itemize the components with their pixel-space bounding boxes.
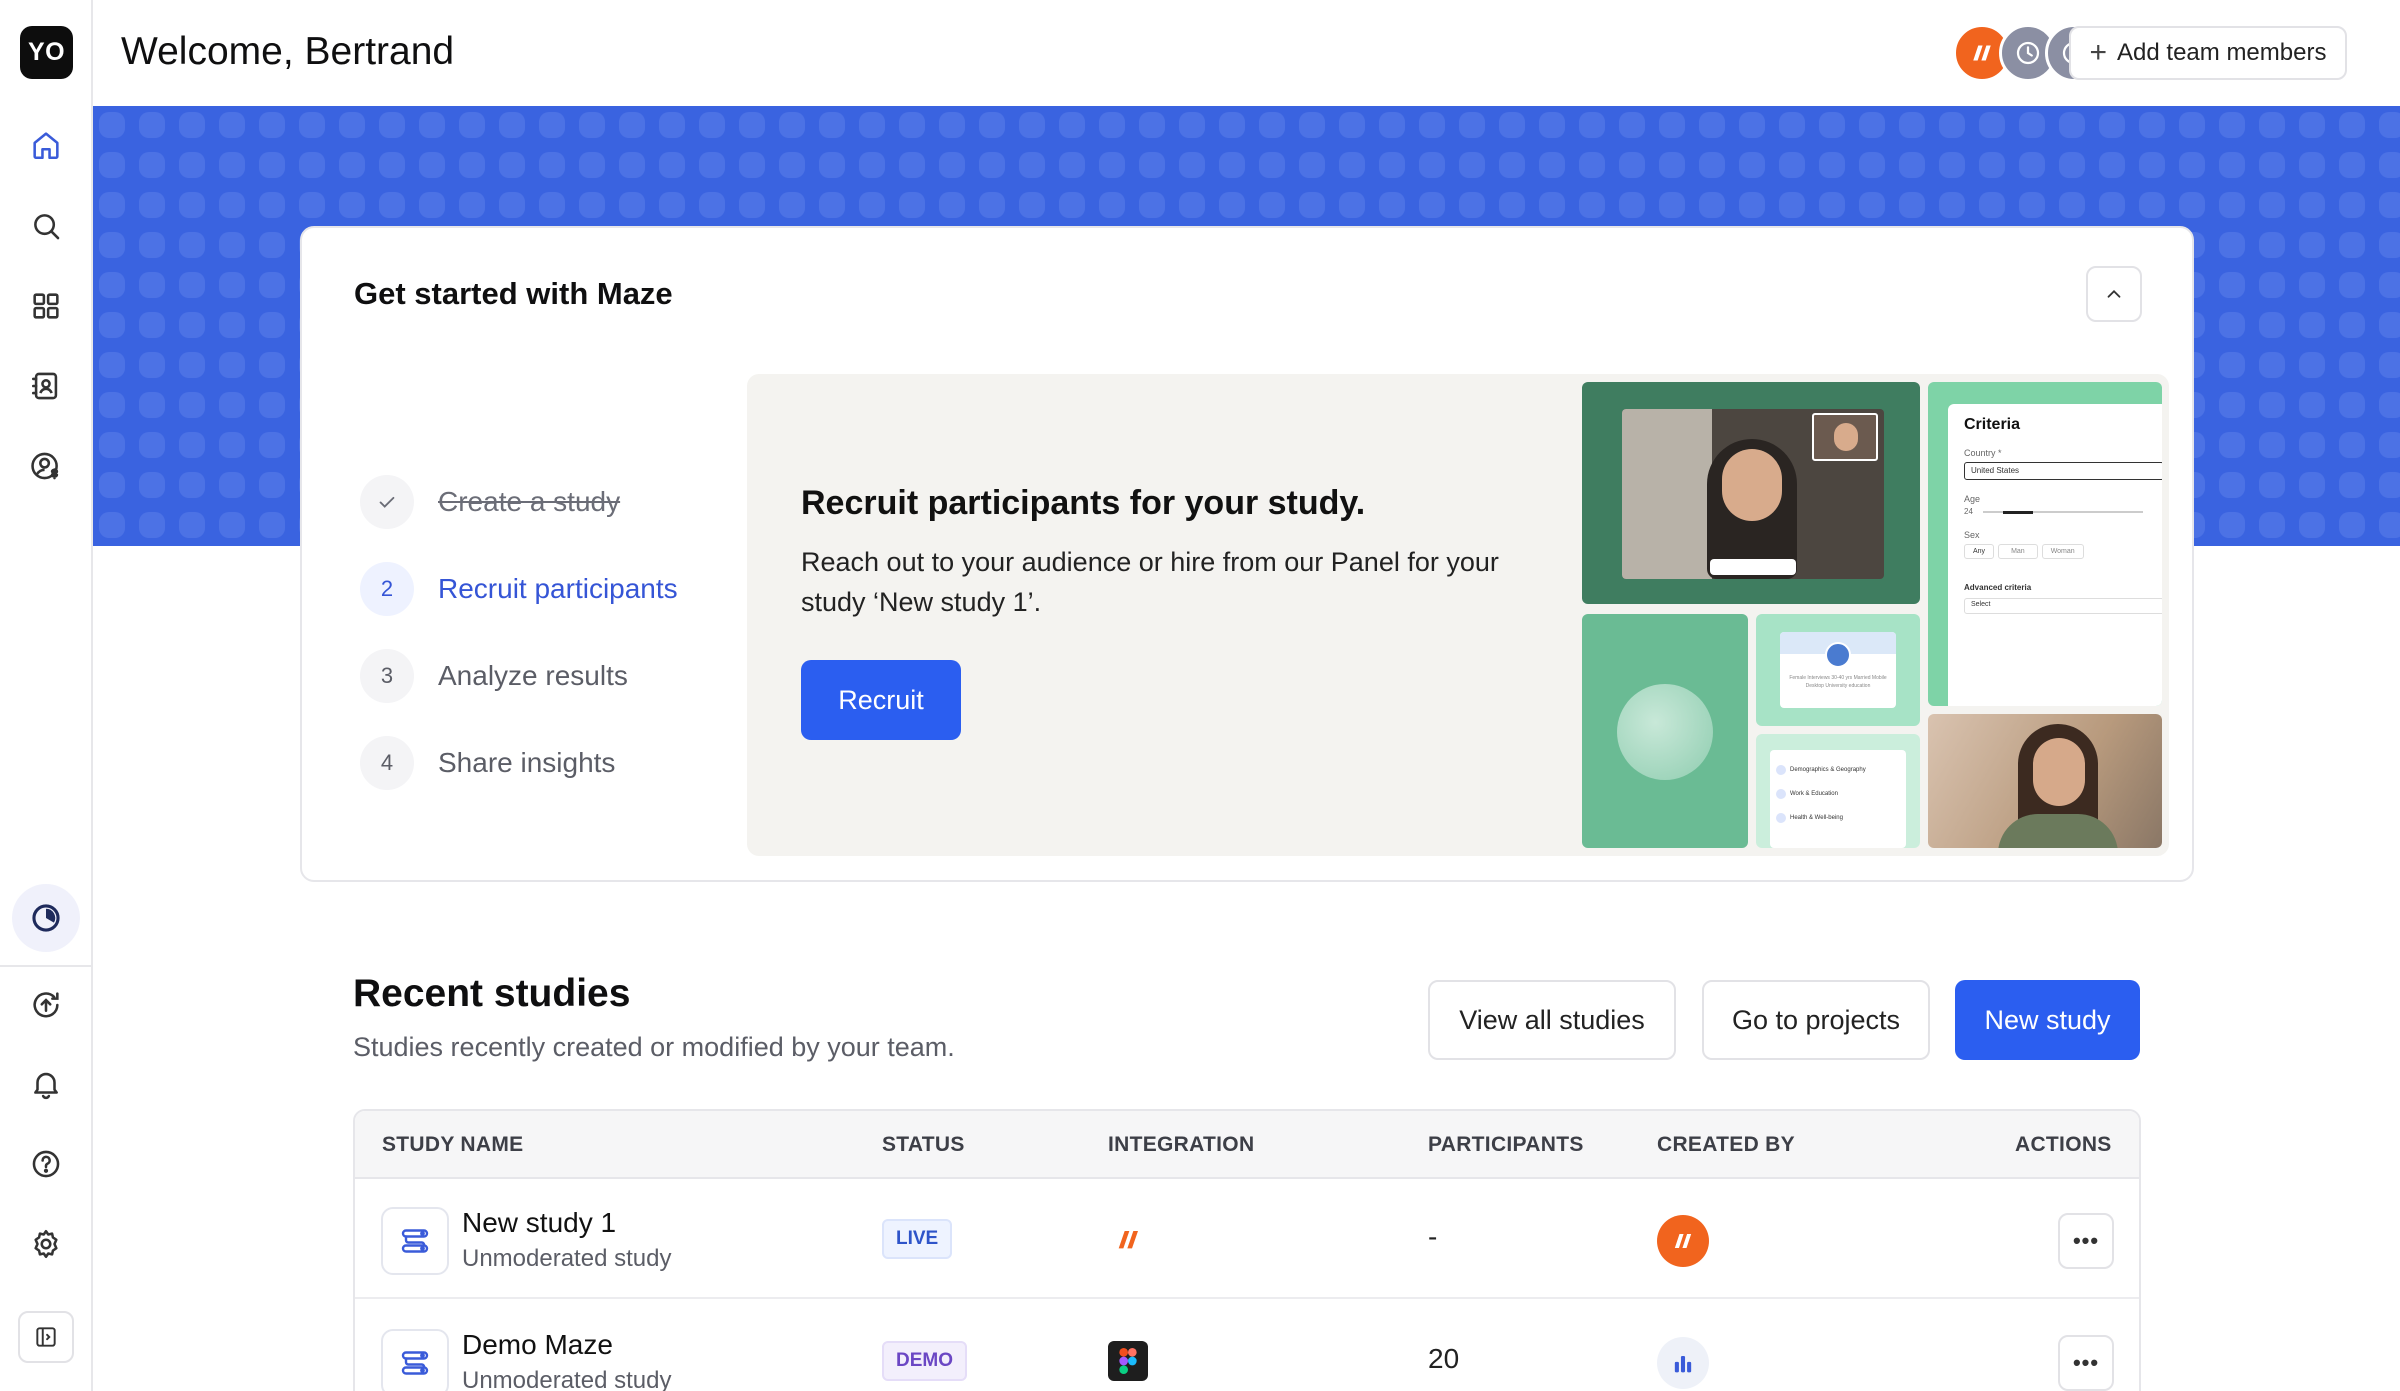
criteria-label: Country *	[1964, 448, 2002, 458]
recruit-illustration: Criteria Country * United States Age 24 …	[1582, 382, 2162, 848]
row-actions-button[interactable]: •••	[2058, 1213, 2114, 1269]
chevron-up-icon	[2107, 289, 2121, 298]
participant-panel-icon[interactable]	[14, 434, 78, 498]
criteria-option: Any	[1964, 544, 1995, 559]
column-header: STUDY NAME	[382, 1133, 524, 1156]
profile-tag: Desktop	[1805, 683, 1824, 689]
filter-item: Demographics & Geography	[1790, 767, 1866, 773]
profile-tag: Mobile	[1871, 675, 1887, 681]
onboarding-steps: Create a study 2 Recruit participants 3 …	[360, 458, 678, 806]
criteria-label: Age	[1964, 494, 1981, 504]
portrait-illustration	[1928, 714, 2162, 848]
contacts-icon[interactable]	[14, 354, 78, 418]
plus-icon: +	[2089, 36, 2108, 69]
profile-tag: Married	[1853, 675, 1871, 681]
step-number: 3	[360, 648, 414, 703]
profile-card-illustration: Female Interviews 30-40 yrs Married Mobi…	[1756, 614, 1920, 726]
maze-avatar	[1657, 1215, 1709, 1267]
study-type: Unmoderated study	[462, 1367, 672, 1391]
step-analyze-results[interactable]: 3 Analyze results	[360, 632, 678, 719]
new-study-button[interactable]: New study	[1955, 980, 2140, 1060]
workspace-logo[interactable]: YO	[20, 26, 73, 79]
search-icon[interactable]	[14, 194, 78, 258]
step-number: 2	[360, 561, 414, 616]
help-icon[interactable]	[14, 1132, 78, 1196]
team-avatar	[1657, 1337, 1709, 1389]
criteria-value: 24	[1964, 507, 1973, 516]
profile-tag: Female	[1789, 675, 1807, 681]
profile-tag: University education	[1825, 683, 1871, 689]
add-team-members-button[interactable]: + Add team members	[2069, 26, 2347, 80]
upgrade-icon[interactable]	[14, 973, 78, 1037]
criteria-label: Sex	[1964, 530, 1980, 540]
recent-studies-subtitle: Studies recently created or modified by …	[353, 1032, 955, 1062]
add-team-label: Add team members	[2117, 39, 2327, 66]
video-call-illustration	[1582, 382, 1920, 604]
criteria-form-illustration: Criteria Country * United States Age 24 …	[1928, 382, 2162, 706]
table-header: STUDY NAME STATUS INTEGRATION PARTICIPAN…	[355, 1111, 2139, 1179]
filter-item: Work & Education	[1790, 791, 1838, 797]
column-header: CREATED BY	[1657, 1133, 1795, 1156]
sidebar: YO	[0, 0, 93, 1391]
step-share-insights[interactable]: 4 Share insights	[360, 719, 678, 806]
grid-icon[interactable]	[14, 274, 78, 338]
step-create-study[interactable]: Create a study	[360, 458, 678, 545]
top-header: Welcome, Bertrand + Add team members	[93, 0, 2400, 106]
column-header: ACTIONS	[2015, 1133, 2112, 1156]
go-to-projects-button[interactable]: Go to projects	[1702, 980, 1930, 1060]
study-flow-icon	[381, 1207, 449, 1275]
participants-count: 20	[1428, 1343, 1460, 1374]
status-badge: LIVE	[882, 1219, 953, 1259]
promo-text: Reach out to your audience or hire from …	[801, 547, 1499, 617]
column-header: STATUS	[882, 1133, 965, 1156]
step-label: Analyze results	[438, 659, 628, 691]
study-name[interactable]: New study 1	[462, 1207, 616, 1239]
criteria-title: Criteria	[1964, 416, 2021, 433]
table-row[interactable]: New study 1 Unmoderated study LIVE - •••	[355, 1179, 2139, 1299]
criteria-value: Select	[1964, 598, 2162, 614]
step-recruit-participants[interactable]: 2 Recruit participants	[360, 545, 678, 632]
filter-item: Health & Well-being	[1790, 815, 1843, 821]
bell-icon[interactable]	[14, 1052, 78, 1116]
check-icon	[360, 474, 414, 529]
criteria-option: Woman	[2041, 544, 2084, 559]
recruit-promo: Recruit participants for your study. Rea…	[747, 374, 2169, 856]
get-started-title: Get started with Maze	[354, 276, 673, 311]
status-badge: DEMO	[882, 1341, 967, 1381]
promo-title: Recruit participants for your study.	[801, 484, 1366, 522]
profile-tag: 30-40 yrs	[1831, 675, 1853, 681]
get-started-card: Get started with Maze Create a study 2 R…	[300, 226, 2194, 882]
filters-illustration: Demographics & Geography Work & Educatio…	[1756, 734, 1920, 848]
home-icon[interactable]	[14, 113, 78, 177]
step-label: Share insights	[438, 746, 616, 778]
study-flow-icon	[381, 1329, 449, 1391]
globe-illustration	[1582, 614, 1748, 848]
profile-tag: Interviews	[1807, 675, 1830, 681]
figma-icon	[1108, 1341, 1148, 1381]
criteria-label: Advanced criteria	[1964, 583, 2032, 592]
step-label: Create a study	[438, 485, 621, 517]
criteria-option: Man	[1998, 544, 2038, 559]
study-type: Unmoderated study	[462, 1245, 672, 1272]
step-label: Recruit participants	[438, 572, 678, 604]
recent-studies-title: Recent studies	[353, 972, 631, 1015]
sidebar-divider	[0, 965, 93, 967]
page-title: Welcome, Bertrand	[121, 30, 455, 73]
recent-studies-table: STUDY NAME STATUS INTEGRATION PARTICIPAN…	[353, 1109, 2141, 1391]
usage-icon[interactable]	[12, 884, 80, 952]
collapse-sidebar-icon[interactable]	[18, 1311, 74, 1363]
participants-count: -	[1428, 1221, 1438, 1252]
view-all-studies-button[interactable]: View all studies	[1428, 980, 1676, 1060]
step-number: 4	[360, 735, 414, 790]
criteria-value: United States	[1964, 462, 2162, 480]
maze-icon	[1108, 1219, 1148, 1259]
column-header: INTEGRATION	[1108, 1133, 1255, 1156]
row-actions-button[interactable]: •••	[2058, 1335, 2114, 1391]
column-header: PARTICIPANTS	[1428, 1133, 1584, 1156]
study-name[interactable]: Demo Maze	[462, 1329, 613, 1361]
settings-icon[interactable]	[14, 1212, 78, 1276]
recruit-button[interactable]: Recruit	[801, 660, 961, 740]
table-row[interactable]: Demo Maze Unmoderated study DEMO 20 •••	[355, 1301, 2139, 1391]
collapse-card-button[interactable]	[2086, 266, 2142, 322]
